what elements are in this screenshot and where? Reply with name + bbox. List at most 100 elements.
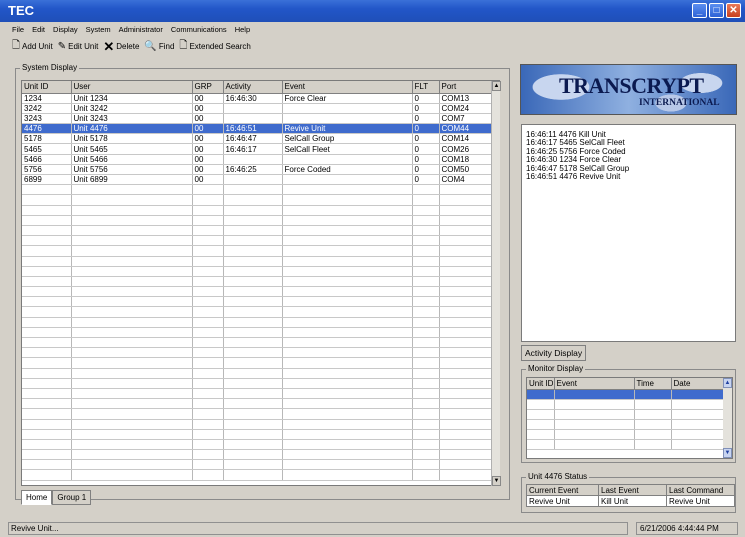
- activity-log[interactable]: 16:46:11 4476 Kill Unit 16:46:17 5465 Se…: [521, 124, 736, 342]
- table-row[interactable]: 5466 Unit 5466 00 0 COM18: [22, 154, 493, 165]
- table-row[interactable]: [22, 225, 493, 237]
- table-row[interactable]: [22, 388, 493, 400]
- table-row[interactable]: [527, 399, 724, 410]
- table-row[interactable]: 5465 Unit 5465 00 16:46:17 SelCall Fleet 0 COM…: [22, 143, 493, 155]
- tab-activity-display[interactable]: Activity Display: [521, 345, 587, 361]
- table-row[interactable]: [22, 439, 493, 451]
- table-row[interactable]: [527, 409, 724, 420]
- table-cell: SelCall Group: [282, 133, 413, 145]
- col-flt[interactable]: FLT: [412, 81, 440, 94]
- table-cell: [22, 449, 72, 461]
- table-cell: [439, 368, 493, 379]
- table-row[interactable]: [22, 245, 493, 257]
- table-row[interactable]: [22, 398, 493, 410]
- table-row[interactable]: 3242 Unit 3242 00 0 COM24: [22, 103, 493, 114]
- table-row[interactable]: [22, 449, 493, 461]
- table-row[interactable]: [22, 378, 493, 389]
- table-row[interactable]: [22, 459, 493, 471]
- table-row[interactable]: [22, 408, 493, 420]
- mon-col-date[interactable]: Date: [671, 378, 724, 390]
- table-row[interactable]: [22, 205, 493, 216]
- add-unit-button[interactable]: 🗋 Add Unit: [12, 38, 53, 55]
- menu-communications[interactable]: Communications: [171, 25, 227, 34]
- table-row[interactable]: [22, 317, 493, 328]
- table-row[interactable]: [527, 439, 724, 450]
- table-row[interactable]: [22, 429, 493, 440]
- table-row[interactable]: [22, 347, 493, 359]
- col-port[interactable]: Port: [439, 81, 493, 94]
- tab-home[interactable]: Home: [21, 490, 53, 505]
- menu-display[interactable]: Display: [53, 25, 78, 34]
- table-row[interactable]: [22, 184, 493, 196]
- edit-unit-button[interactable]: ✎ Edit Unit: [58, 41, 99, 52]
- mon-col-unit-id[interactable]: Unit ID: [527, 378, 555, 390]
- table-row[interactable]: [22, 368, 493, 379]
- delete-button[interactable]: ✕ Delete: [103, 39, 139, 55]
- menu-file[interactable]: File: [12, 25, 24, 34]
- table-cell: [223, 419, 283, 430]
- table-row[interactable]: [22, 215, 493, 226]
- table-cell: [71, 357, 193, 369]
- table-row[interactable]: 6899 Unit 6899 00 0 COM4: [22, 174, 493, 186]
- table-cell: [439, 429, 493, 440]
- table-row[interactable]: [22, 469, 493, 481]
- table-cell: [192, 357, 224, 369]
- col-activity[interactable]: Activity: [223, 81, 283, 94]
- find-button[interactable]: 🔍 Find: [144, 41, 174, 52]
- tab-group-1[interactable]: Group 1: [52, 490, 92, 505]
- table-row[interactable]: [22, 306, 493, 318]
- table-row[interactable]: [22, 276, 493, 288]
- table-row[interactable]: 5178 Unit 5178 00 16:46:47 SelCall Group 0 COM…: [22, 133, 493, 145]
- table-row[interactable]: [22, 337, 493, 349]
- table-row[interactable]: [22, 296, 493, 308]
- scroll-down-arrow-icon[interactable]: ▼: [492, 476, 501, 486]
- col-unit-id[interactable]: Unit ID: [22, 81, 72, 94]
- table-cell: [282, 215, 413, 226]
- extended-search-button[interactable]: 🗋 Extended Search: [179, 38, 250, 55]
- system-display-scrollbar[interactable]: ▲ ▼: [491, 81, 501, 486]
- scroll-up-arrow-icon[interactable]: ▲: [723, 378, 732, 388]
- table-row[interactable]: [527, 419, 724, 430]
- menu-system[interactable]: System: [86, 25, 111, 34]
- group-tabs: Home Group 1: [21, 490, 92, 505]
- table-row[interactable]: [22, 327, 493, 339]
- table-cell: [439, 439, 493, 451]
- col-grp[interactable]: GRP: [192, 81, 224, 94]
- table-row[interactable]: 1234 Unit 1234 00 16:46:30 Force Clear 0 COM13: [22, 93, 493, 104]
- table-row[interactable]: [22, 286, 493, 298]
- table-row[interactable]: [527, 389, 724, 400]
- table-cell: COM50: [439, 164, 493, 176]
- table-cell: [412, 276, 440, 288]
- minimize-button[interactable]: _: [692, 3, 707, 18]
- mon-col-event[interactable]: Event: [554, 378, 635, 390]
- monitor-scrollbar[interactable]: ▲ ▼: [723, 378, 732, 458]
- table-row[interactable]: [22, 235, 493, 247]
- activity-log-line: 16:46:51 4476 Revive Unit: [526, 172, 621, 182]
- table-cell: [192, 459, 224, 471]
- table-row[interactable]: [22, 419, 493, 430]
- table-row[interactable]: 5756 Unit 5756 00 16:46:25 Force Coded 0 COM50: [22, 164, 493, 176]
- table-cell: [223, 245, 283, 257]
- col-event[interactable]: Event: [282, 81, 413, 94]
- table-cell: [22, 469, 72, 481]
- maximize-button[interactable]: □: [709, 3, 724, 18]
- table-row[interactable]: [22, 194, 493, 206]
- menu-administrator[interactable]: Administrator: [119, 25, 163, 34]
- table-row[interactable]: [22, 357, 493, 369]
- table-cell: [71, 469, 193, 481]
- system-display-grid[interactable]: Unit ID User GRP Activity Event FLT Port…: [21, 80, 500, 486]
- table-row[interactable]: [527, 429, 724, 440]
- table-row[interactable]: [22, 256, 493, 267]
- scroll-down-arrow-icon[interactable]: ▼: [723, 448, 732, 458]
- close-button[interactable]: ✕: [726, 3, 741, 18]
- table-cell: 16:46:51: [223, 123, 283, 135]
- mon-col-time[interactable]: Time: [634, 378, 672, 390]
- scroll-up-arrow-icon[interactable]: ▲: [492, 81, 501, 91]
- table-row[interactable]: 3243 Unit 3243 00 0 COM7: [22, 113, 493, 125]
- menu-edit[interactable]: Edit: [32, 25, 45, 34]
- menu-help[interactable]: Help: [235, 25, 250, 34]
- table-row[interactable]: 4476 Unit 4476 00 16:46:51 Revive Unit 0 COM44: [22, 123, 493, 135]
- col-user[interactable]: User: [71, 81, 193, 94]
- table-row[interactable]: [22, 266, 493, 277]
- monitor-display-grid[interactable]: Unit ID Event Time Date: [526, 377, 733, 459]
